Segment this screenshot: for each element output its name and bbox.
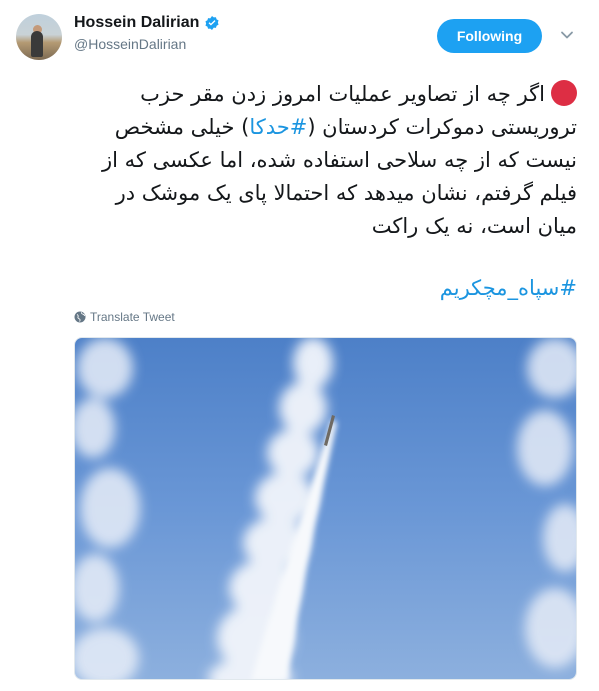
author-block: Hossein Dalirian @HosseinDalirian xyxy=(74,14,220,52)
tweet-text: اگر چه از تصاویر عملیات امروز زدن مقر حز… xyxy=(77,78,577,243)
tweet-card: Hossein Dalirian @HosseinDalirian Follow… xyxy=(0,0,599,691)
tweet-line-4: فیلم گرفتم، نشان میدهد که احتمالا پای یک… xyxy=(115,181,577,205)
name-row: Hossein Dalirian xyxy=(74,14,220,32)
tweet-line-5: میان است، نه یک راکت xyxy=(371,214,577,238)
author-handle[interactable]: @HosseinDalirian xyxy=(74,36,220,52)
hashtag-sepah-link[interactable]: #سپاه_مچکریم xyxy=(440,272,577,305)
tweet-line-2-end: ) خیلی مشخص xyxy=(114,115,250,139)
tweet-line-2: تروریستی دموکرات کردستان (#حدکا) خیلی مش… xyxy=(77,111,577,144)
tweet-line-1: اگر چه از تصاویر عملیات امروز زدن مقر حز… xyxy=(77,78,577,111)
tweet-line-3: نیست که از چه سلاحی استفاده شده، اما عکس… xyxy=(102,148,577,172)
tweet-line-1-text: اگر چه از تصاویر عملیات امروز زدن مقر حز… xyxy=(140,82,545,106)
following-button[interactable]: Following xyxy=(437,19,542,53)
avatar-figure xyxy=(31,31,43,57)
translate-tweet-link[interactable]: Translate Tweet xyxy=(74,310,175,324)
author-name[interactable]: Hossein Dalirian xyxy=(74,14,199,32)
chevron-down-icon[interactable] xyxy=(560,28,574,42)
globe-icon xyxy=(74,311,86,323)
tweet-line-2-start: تروریستی دموکرات کردستان ( xyxy=(307,115,577,139)
verified-badge-icon xyxy=(205,16,219,30)
avatar[interactable] xyxy=(16,14,62,60)
hashtag-link[interactable]: #حدکا xyxy=(249,115,307,139)
red-circle-emoji xyxy=(551,80,577,106)
missile-launch-photo xyxy=(75,338,576,679)
translate-label: Translate Tweet xyxy=(90,310,175,324)
tweet-media-image[interactable] xyxy=(74,337,577,680)
